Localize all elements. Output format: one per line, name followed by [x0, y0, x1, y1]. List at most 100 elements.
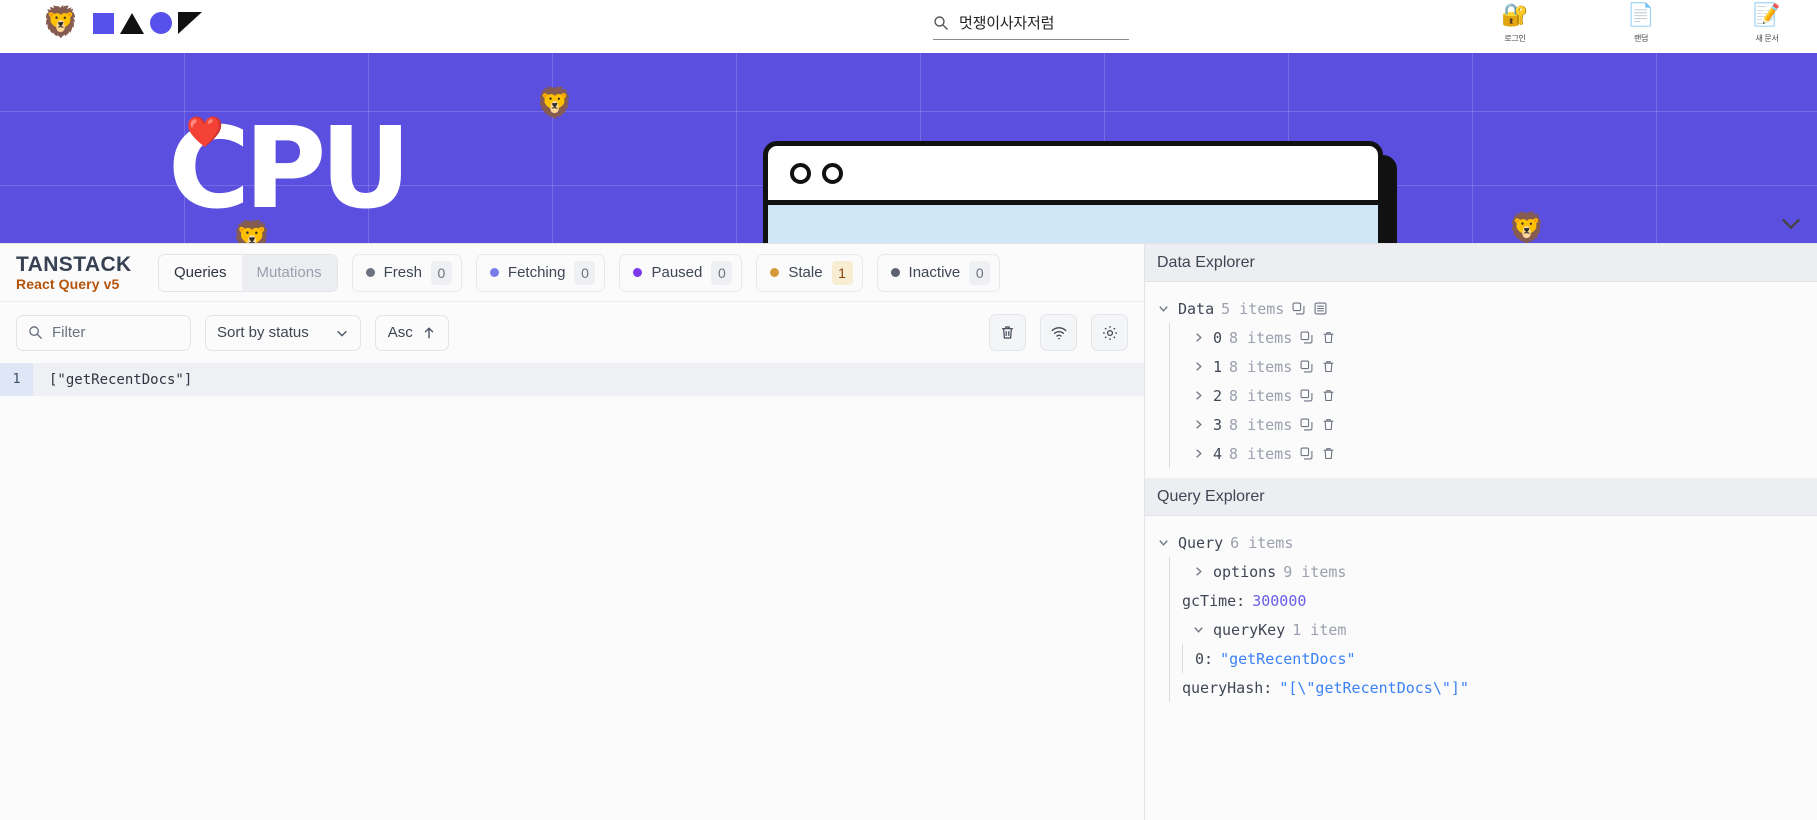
query-explorer-root-meta: 6 items	[1230, 533, 1294, 552]
data-explorer-child-meta: 8 items	[1229, 357, 1293, 376]
copy-icon[interactable]	[1291, 301, 1306, 316]
top-navigation-bar: 🦁 멋쟁이사자저럼 🔐 로그인 📄 랜덤 📝 새 문서	[0, 0, 1817, 53]
chevron-down-icon[interactable]	[1192, 623, 1206, 636]
devtools-right-pane: Data Explorer Data 5 items 0 8 items 1 8…	[1145, 244, 1817, 820]
data-explorer-root-row[interactable]: Data 5 items	[1157, 294, 1817, 323]
status-pill-paused-count: 0	[711, 260, 733, 285]
copy-icon[interactable]	[1299, 388, 1314, 403]
tanstack-logo-line2: React Query	[16, 275, 100, 292]
lion-face-icon: 🦁	[536, 87, 574, 120]
nav-item-login[interactable]: 🔐 로그인	[1485, 2, 1545, 46]
status-pill-stale[interactable]: Stale 1	[756, 253, 863, 292]
chevron-right-icon[interactable]	[1192, 360, 1206, 373]
trash-icon[interactable]	[1321, 359, 1336, 374]
data-explorer-child-row[interactable]: 0 8 items	[1170, 323, 1817, 352]
nav-item-login-label: 로그인	[1504, 34, 1526, 43]
search-input[interactable]: 멋쟁이사자저럼	[933, 6, 1129, 40]
trash-icon[interactable]	[1321, 446, 1336, 461]
query-list-row[interactable]: 1 ["getRecentDocs"]	[0, 363, 1144, 396]
status-pill-inactive[interactable]: Inactive 0	[876, 253, 1001, 292]
status-pill-fresh-label: Fresh	[383, 264, 422, 281]
devtools-left-pane: TANSTACK React Query v5 Queries Mutation…	[0, 244, 1145, 820]
triangle-icon	[120, 12, 145, 34]
sort-order-button[interactable]: Asc	[374, 314, 449, 351]
flag-icon	[178, 12, 203, 34]
status-pill-fetching[interactable]: Fetching 0	[475, 253, 606, 292]
copy-icon[interactable]	[1299, 330, 1314, 345]
chevron-right-icon[interactable]	[1192, 418, 1206, 431]
view-segmented-control[interactable]: Queries Mutations	[158, 253, 338, 292]
copy-icon[interactable]	[1299, 446, 1314, 461]
query-observer-count: 1	[0, 363, 33, 396]
nav-item-random[interactable]: 📄 랜덤	[1611, 2, 1671, 46]
wifi-icon	[1050, 324, 1068, 342]
tanstack-logo-version: v5	[103, 275, 120, 292]
gear-icon	[1101, 324, 1119, 342]
query-explorer-row-querykey-0: 0: "getRecentDocs"	[1183, 644, 1817, 673]
copy-icon[interactable]	[1299, 359, 1314, 374]
data-explorer-child-row[interactable]: 2 8 items	[1170, 381, 1817, 410]
sort-select-value: Sort by status	[217, 324, 309, 341]
query-explorer-root-row[interactable]: Query 6 items	[1157, 528, 1817, 557]
query-explorer-row-queryhash: queryHash: "[\"getRecentDocs\"]"	[1170, 673, 1817, 702]
filter-input[interactable]: Filter	[16, 314, 191, 351]
status-dot-icon	[633, 268, 643, 277]
nav-item-new-document[interactable]: 📝 새 문서	[1737, 2, 1797, 46]
query-explorer-row-querykey[interactable]: queryKey 1 item	[1170, 615, 1817, 644]
query-explorer-row-options[interactable]: options 9 items	[1170, 557, 1817, 586]
lion-face-icon: 🦁	[1508, 212, 1546, 243]
chevron-down-icon[interactable]	[1777, 209, 1805, 237]
settings-button[interactable]	[1091, 314, 1128, 351]
chevron-right-icon[interactable]	[1192, 565, 1206, 578]
tab-mutations[interactable]: Mutations	[241, 254, 337, 291]
filter-input-placeholder: Filter	[52, 324, 86, 341]
search-input-value: 멋쟁이사자저럼	[959, 15, 1055, 32]
logo-shapes	[93, 12, 203, 34]
chevron-right-icon[interactable]	[1192, 389, 1206, 402]
sort-select[interactable]: Sort by status	[205, 314, 361, 351]
data-explorer-child-row[interactable]: 4 8 items	[1170, 439, 1817, 468]
trash-icon[interactable]	[1321, 388, 1336, 403]
site-brand[interactable]: 🦁	[42, 6, 203, 39]
nav-icon-group: 🔐 로그인 📄 랜덤 📝 새 문서	[1485, 2, 1797, 46]
tanstack-logo: TANSTACK React Query v5	[16, 252, 144, 292]
data-explorer-child-row[interactable]: 1 8 items	[1170, 352, 1817, 381]
tab-queries[interactable]: Queries	[159, 254, 242, 291]
status-dot-icon	[770, 268, 780, 277]
toggle-offline-button[interactable]	[1040, 314, 1077, 351]
status-dot-icon	[365, 268, 375, 277]
data-explorer-root-meta: 5 items	[1221, 299, 1285, 318]
browser-titlebar	[768, 146, 1378, 205]
search-icon	[933, 15, 949, 31]
query-list: 1 ["getRecentDocs"]	[0, 363, 1144, 820]
search-icon	[28, 325, 43, 340]
trash-icon[interactable]	[1321, 417, 1336, 432]
heart-icon: ❤️	[186, 116, 224, 149]
browser-dot	[790, 162, 811, 184]
browser-illustration	[763, 141, 1383, 243]
lock-icon: 🔐	[1501, 2, 1529, 27]
chevron-down-icon[interactable]	[1157, 302, 1171, 315]
status-pill-paused[interactable]: Paused 0	[619, 253, 743, 292]
react-query-devtools-panel: TANSTACK React Query v5 Queries Mutation…	[0, 243, 1817, 820]
data-explorer-child-label: 4	[1213, 444, 1223, 463]
tanstack-logo-line1: TANSTACK	[16, 252, 132, 276]
data-explorer-child-row[interactable]: 3 8 items	[1170, 410, 1817, 439]
data-explorer-child-meta: 8 items	[1229, 386, 1293, 405]
lion-face-icon: 🦁	[42, 6, 80, 39]
copy-icon[interactable]	[1299, 417, 1314, 432]
pencil-icon: 📝	[1753, 2, 1781, 27]
list-icon[interactable]	[1313, 301, 1328, 316]
data-explorer-child-meta: 8 items	[1229, 415, 1293, 434]
chevron-down-icon	[335, 326, 349, 340]
trash-icon[interactable]	[1321, 330, 1336, 345]
chevron-right-icon[interactable]	[1192, 447, 1206, 460]
clear-cache-button[interactable]	[989, 314, 1026, 351]
status-pill-inactive-label: Inactive	[908, 264, 961, 281]
nav-item-random-label: 랜덤	[1633, 34, 1649, 43]
status-pill-fresh[interactable]: Fresh 0	[351, 253, 462, 292]
data-explorer-title: Data Explorer	[1145, 244, 1817, 282]
chevron-right-icon[interactable]	[1192, 331, 1206, 344]
chevron-down-icon[interactable]	[1157, 536, 1171, 549]
query-explorer-root-label: Query	[1178, 533, 1224, 552]
